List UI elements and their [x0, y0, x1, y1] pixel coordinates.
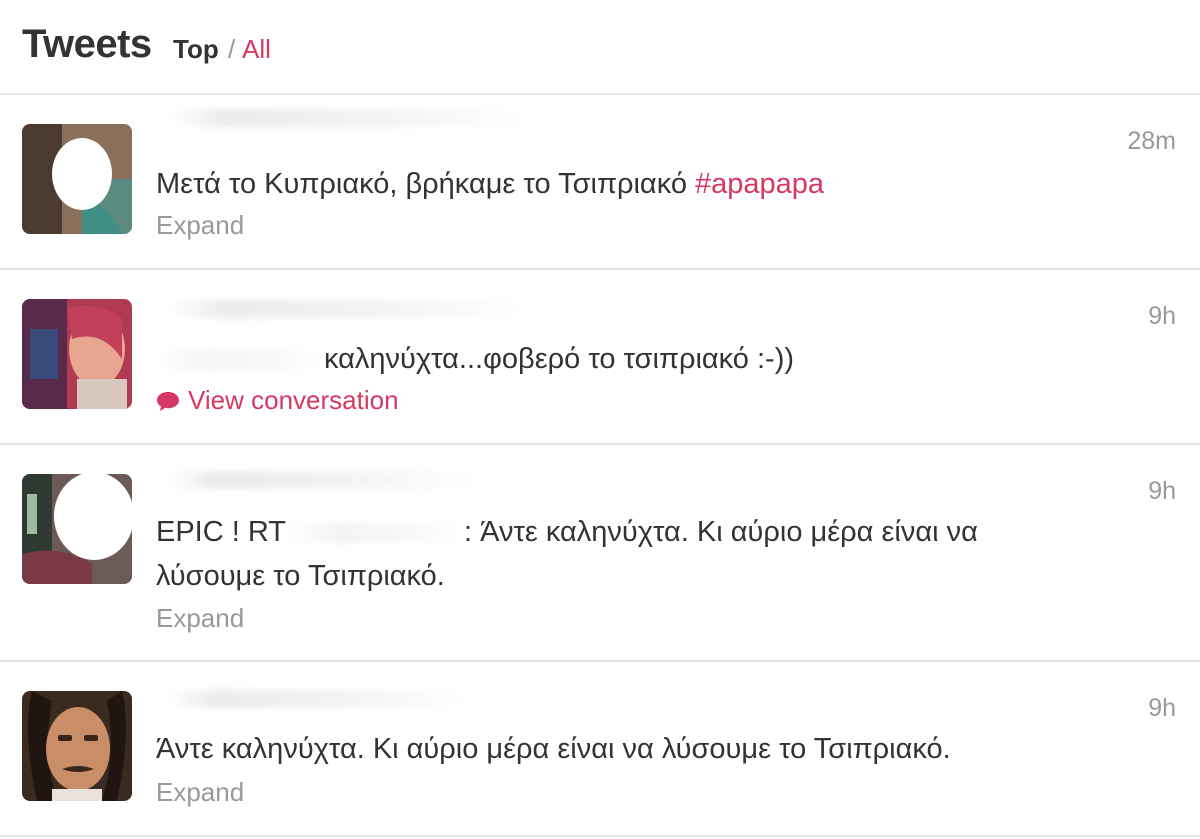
- page-title: Tweets: [22, 22, 152, 66]
- tweet-text-main: καληνύχτα...φοβερό το τσιπριακό :-)): [324, 343, 795, 375]
- tweet-timestamp[interactable]: 9h: [1148, 694, 1176, 723]
- tweet-item[interactable]: 9h καληνύχτα...φοβερό το τσιπριακό :-)) …: [0, 272, 1200, 445]
- tweet-text-line2: λύσουμε το Τσιπριακό.: [156, 560, 445, 592]
- avatar[interactable]: [22, 691, 132, 801]
- avatar[interactable]: [22, 124, 132, 234]
- filter-top[interactable]: Top: [173, 34, 219, 65]
- tweet-text-rest: : Άντε καληνύχτα. Κι αύριο μέρα είναι να: [464, 516, 978, 548]
- username-redacted: [170, 690, 470, 708]
- tweet-item[interactable]: 9h EPIC ! RT : Άντε καληνύχτα. Κι αύριο μ…: [0, 447, 1200, 662]
- tweet-text-main: Άντε καληνύχτα. Κι αύριο μέρα είναι να λ…: [156, 733, 951, 765]
- avatar-image: [22, 124, 132, 234]
- filter-all[interactable]: All: [242, 34, 271, 65]
- avatar-image: [22, 474, 132, 584]
- timeline-header: Tweets Top / All: [0, 0, 1200, 95]
- avatar[interactable]: [22, 299, 132, 409]
- view-conversation-label: View conversation: [188, 385, 399, 415]
- avatar-image: [22, 691, 132, 801]
- tweet-text: EPIC ! RT : Άντε καληνύχτα. Κι αύριο μέρα…: [156, 510, 1156, 598]
- hashtag-link[interactable]: #apapapa: [695, 168, 824, 200]
- avatar[interactable]: [22, 474, 132, 584]
- view-conversation-link[interactable]: View conversation: [156, 385, 399, 416]
- tweet-text: Μετά το Κυπριακό, βρήκαμε το Τσιπριακό #…: [156, 162, 1156, 206]
- tweet-timestamp[interactable]: 9h: [1148, 302, 1176, 331]
- mention-redacted: [156, 350, 324, 371]
- tweet-timestamp[interactable]: 28m: [1127, 127, 1176, 156]
- tweet-item[interactable]: 9h Άντε καληνύχτα. Κι αύριο μέρα είναι ν…: [0, 664, 1200, 837]
- tweet-item[interactable]: 28m Μετά το Κυπριακό, βρήκαμε το Τσιπρια…: [0, 97, 1200, 270]
- username-redacted: [170, 300, 530, 318]
- expand-link[interactable]: Expand: [156, 777, 244, 808]
- tweet-text: καληνύχτα...φοβερό το τσιπριακό :-)): [156, 337, 1156, 381]
- expand-link[interactable]: Expand: [156, 603, 244, 634]
- expand-link[interactable]: Expand: [156, 210, 244, 241]
- avatar-image: [22, 299, 132, 409]
- tweet-text-main: Μετά το Κυπριακό, βρήκαμε το Τσιπριακό: [156, 168, 696, 200]
- filter-separator: /: [228, 34, 236, 64]
- tweet-text-prefix: EPIC ! RT: [156, 516, 286, 548]
- mention-redacted: [286, 523, 464, 544]
- tweet-timestamp[interactable]: 9h: [1148, 477, 1176, 506]
- tweet-text: Άντε καληνύχτα. Κι αύριο μέρα είναι να λ…: [156, 727, 1156, 771]
- username-redacted: [170, 109, 530, 127]
- speech-bubble-icon: [157, 391, 179, 411]
- username-redacted: [170, 471, 480, 489]
